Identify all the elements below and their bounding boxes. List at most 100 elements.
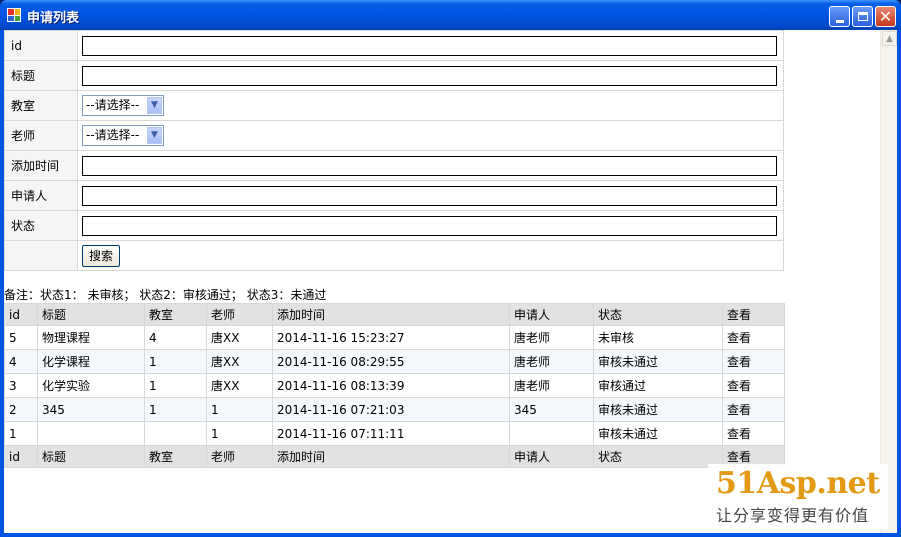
table-cell: 4 xyxy=(4,349,38,374)
select-dropdown[interactable]: --请选择-- ▼ xyxy=(82,95,164,116)
table-cell: 教室 xyxy=(144,303,207,326)
table-cell: 申请人 xyxy=(509,303,594,326)
table-cell: 345 xyxy=(37,397,145,422)
watermark-logo: 51Asp.net xyxy=(716,466,880,501)
table-cell: 1 xyxy=(4,421,38,446)
form-row: 申请人 xyxy=(4,180,784,211)
minimize-icon xyxy=(835,19,844,23)
table-cell: 化学课程 xyxy=(37,349,145,374)
form-label-empty xyxy=(4,240,78,271)
table-cell: 标题 xyxy=(37,445,145,468)
table-cell: 物理课程 xyxy=(37,325,145,350)
search-button[interactable]: 搜索 xyxy=(82,244,121,267)
chevron-down-icon[interactable]: ▼ xyxy=(147,97,162,114)
table-cell: 申请人 xyxy=(509,445,594,468)
table-row: 5 物理课程 4 唐XX 2014-11-16 15:23:27 唐老师 未审核 查看 xyxy=(4,325,785,350)
form-field-cell: --请选择-- ▼ xyxy=(77,120,784,151)
form-row: id xyxy=(4,30,784,61)
table-cell: 标题 xyxy=(37,303,145,326)
maximize-button[interactable] xyxy=(852,6,873,27)
view-link[interactable]: 查看 xyxy=(722,373,785,398)
table-cell: 1 xyxy=(206,397,273,422)
form-row: 老师 --请选择-- ▼ xyxy=(4,120,784,151)
table-cell: 状态 xyxy=(593,303,723,326)
table-cell: 1 xyxy=(144,397,207,422)
view-link[interactable]: 查看 xyxy=(722,421,785,446)
table-row: 3 化学实验 1 唐XX 2014-11-16 08:13:39 唐老师 审核通过 查看 xyxy=(4,373,785,398)
select-value: --请选择-- xyxy=(86,98,140,112)
application-window: 申请列表 ✕ id 标题 教室 --请选择-- ▼ 老师 --请选择-- ▼ 添加时间 申请人 状态… xyxy=(0,0,901,537)
form-label: 状态 xyxy=(4,210,78,241)
table-cell: 2014-11-16 08:13:39 xyxy=(272,373,510,398)
form-label: id xyxy=(4,30,78,61)
text-input[interactable] xyxy=(82,65,777,86)
text-input[interactable] xyxy=(82,185,777,206)
text-input[interactable] xyxy=(82,35,777,56)
table-cell: 唐老师 xyxy=(509,349,594,374)
table-cell: 审核通过 xyxy=(593,373,723,398)
form-field-cell xyxy=(77,210,784,241)
table-cell: 2014-11-16 07:11:11 xyxy=(272,421,510,446)
table-cell: 教室 xyxy=(144,445,207,468)
maximize-icon xyxy=(857,12,868,21)
table-cell: 2014-11-16 07:21:03 xyxy=(272,397,510,422)
vertical-scrollbar[interactable]: ▲ xyxy=(880,30,897,533)
form-field-cell xyxy=(77,60,784,91)
form-field-cell xyxy=(77,30,784,61)
table-header-row: id 标题 教室 老师 添加时间 申请人 状态 查看 xyxy=(4,303,785,326)
scroll-up-arrow-icon[interactable]: ▲ xyxy=(882,31,897,46)
table-cell: 审核未通过 xyxy=(593,397,723,422)
table-cell: 1 xyxy=(206,421,273,446)
watermark: 51Asp.net 让分享变得更有价值 xyxy=(708,464,888,529)
table-cell: 1 xyxy=(144,373,207,398)
form-row: 添加时间 xyxy=(4,150,784,181)
client-area: id 标题 教室 --请选择-- ▼ 老师 --请选择-- ▼ 添加时间 申请人 状态 搜索 备注：… xyxy=(4,30,897,533)
form-row: 教室 --请选择-- ▼ xyxy=(4,90,784,121)
title-bar[interactable]: 申请列表 ✕ xyxy=(0,0,901,30)
form-row: 状态 xyxy=(4,210,784,241)
table-cell: id xyxy=(4,303,38,326)
text-input[interactable] xyxy=(82,155,777,176)
table-footer-row: id 标题 教室 老师 添加时间 申请人 状态 查看 xyxy=(4,445,785,468)
table-cell: 4 xyxy=(144,325,207,350)
status-note: 备注：状态1： 未审核； 状态2：审核通过； 状态3：未通过 xyxy=(4,288,327,302)
view-link[interactable]: 查看 xyxy=(722,325,785,350)
form-label: 老师 xyxy=(4,120,78,151)
table-cell: 查看 xyxy=(722,303,785,326)
table-cell: 唐XX xyxy=(206,349,273,374)
text-input[interactable] xyxy=(82,215,777,236)
app-icon[interactable] xyxy=(7,8,21,22)
table-cell: 唐老师 xyxy=(509,325,594,350)
form-field-cell: --请选择-- ▼ xyxy=(77,90,784,121)
table-cell: 唐XX xyxy=(206,325,273,350)
form-label: 标题 xyxy=(4,60,78,91)
form-field-cell xyxy=(77,150,784,181)
select-value: --请选择-- xyxy=(86,128,140,142)
close-button[interactable]: ✕ xyxy=(875,6,896,27)
watermark-slogan: 让分享变得更有价值 xyxy=(716,506,870,525)
view-link[interactable]: 查看 xyxy=(722,349,785,374)
table-cell: 老师 xyxy=(206,445,273,468)
table-cell: 2 xyxy=(4,397,38,422)
select-dropdown[interactable]: --请选择-- ▼ xyxy=(82,125,164,146)
view-link[interactable]: 查看 xyxy=(722,397,785,422)
table-cell: 化学实验 xyxy=(37,373,145,398)
table-row: 1 1 2014-11-16 07:11:11 审核未通过 查看 xyxy=(4,421,785,446)
form-label: 添加时间 xyxy=(4,150,78,181)
table-cell xyxy=(509,421,594,446)
table-row: 4 化学课程 1 唐XX 2014-11-16 08:29:55 唐老师 审核未通过 查看 xyxy=(4,349,785,374)
window-title: 申请列表 xyxy=(27,11,80,26)
table-cell xyxy=(37,421,145,446)
form-label: 申请人 xyxy=(4,180,78,211)
table-cell: 审核未通过 xyxy=(593,349,723,374)
table-cell: 2014-11-16 08:29:55 xyxy=(272,349,510,374)
form-label: 教室 xyxy=(4,90,78,121)
minimize-button[interactable] xyxy=(829,6,850,27)
table-row: 2 345 1 1 2014-11-16 07:21:03 345 审核未通过 查看 xyxy=(4,397,785,422)
table-cell: 添加时间 xyxy=(272,445,510,468)
form-field-cell xyxy=(77,180,784,211)
chevron-down-icon[interactable]: ▼ xyxy=(147,127,162,144)
table-cell: 老师 xyxy=(206,303,273,326)
table-cell: 3 xyxy=(4,373,38,398)
table-cell: 状态 xyxy=(593,445,723,468)
